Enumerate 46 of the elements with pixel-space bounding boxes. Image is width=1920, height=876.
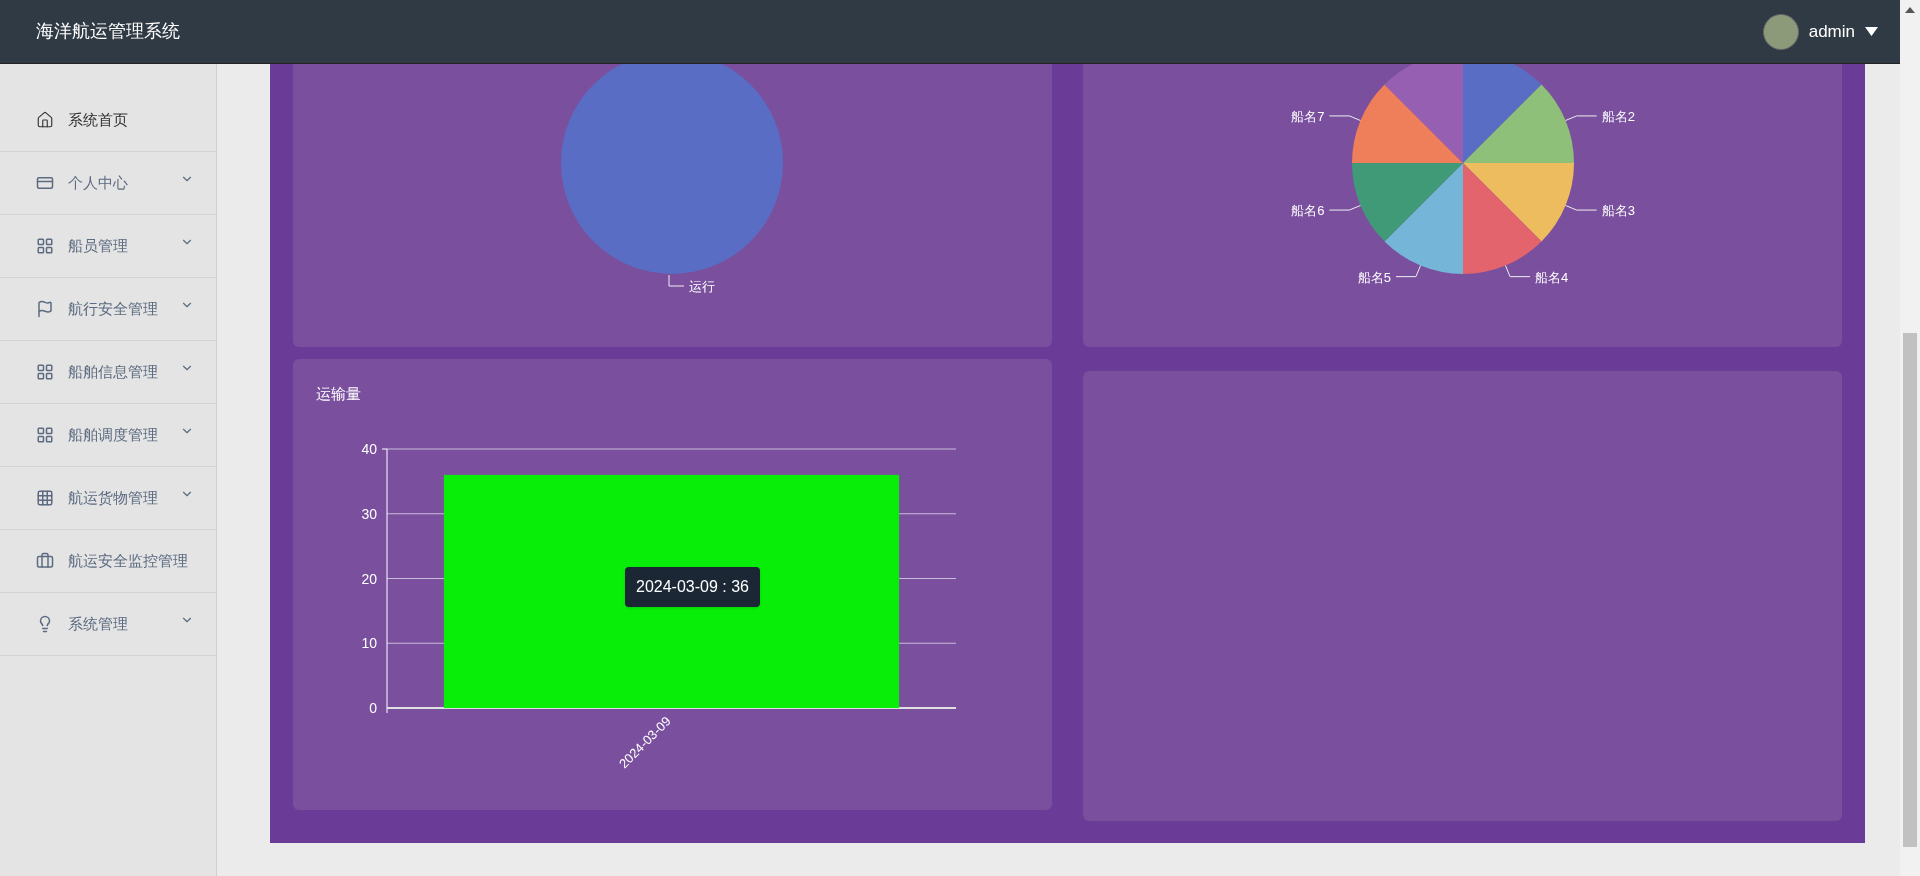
sidebar-item[interactable]: 系统管理 bbox=[0, 593, 216, 656]
chart-tooltip: 2024-03-09 : 36 bbox=[625, 567, 760, 607]
briefcase-icon bbox=[36, 552, 54, 570]
grid-icon bbox=[36, 489, 54, 507]
grid-icon bbox=[36, 426, 54, 444]
sidebar-item[interactable]: 航行安全管理 bbox=[0, 278, 216, 341]
leader-line bbox=[1505, 265, 1531, 278]
user-menu[interactable]: admin bbox=[1762, 13, 1878, 50]
caret-icon bbox=[1865, 27, 1878, 36]
pie-label: 船名6 bbox=[1291, 203, 1325, 219]
sidebar-item[interactable]: 航运货物管理 bbox=[0, 467, 216, 530]
leader-line bbox=[1328, 115, 1361, 121]
leader-line bbox=[1565, 205, 1598, 211]
pie-label: 船名3 bbox=[1601, 203, 1635, 219]
axis-tick-label: 30 bbox=[361, 505, 377, 522]
scroll-up-icon[interactable] bbox=[1905, 7, 1915, 13]
sidebar-item[interactable]: 航运安全监控管理 bbox=[0, 530, 216, 593]
pie-label: 船名7 bbox=[1291, 108, 1325, 124]
scrollbar-thumb[interactable] bbox=[1903, 333, 1917, 847]
bar[interactable] bbox=[443, 474, 900, 708]
leader-line bbox=[1565, 115, 1598, 121]
grid-icon bbox=[36, 237, 54, 255]
sidebar-item[interactable]: 船员管理 bbox=[0, 215, 216, 278]
card-icon bbox=[36, 174, 54, 192]
pie-label: 船名5 bbox=[1357, 269, 1391, 285]
pie-label: 船名4 bbox=[1535, 269, 1569, 285]
axis-tick-label: 10 bbox=[361, 635, 377, 652]
leader-line bbox=[1328, 205, 1361, 211]
sidebar-item[interactable]: 个人中心 bbox=[0, 152, 216, 215]
sidebar-item[interactable]: 船舶信息管理 bbox=[0, 341, 216, 404]
sidebar-item[interactable]: 船舶调度管理 bbox=[0, 404, 216, 467]
grid-icon bbox=[36, 363, 54, 381]
pie-label: 船名2 bbox=[1601, 108, 1635, 124]
axis-tick-label: 20 bbox=[361, 570, 377, 587]
chart-title: 运输量 bbox=[315, 384, 362, 399]
app-title: 海洋航运管理系统 bbox=[36, 20, 180, 43]
scrollbar[interactable] bbox=[1900, 0, 1920, 876]
axis-tick-label: 40 bbox=[361, 441, 377, 457]
sidebar-item[interactable]: 系统首页 bbox=[0, 89, 216, 152]
pie-label: 运行 bbox=[689, 279, 715, 294]
flag-icon bbox=[36, 300, 54, 318]
leader-line bbox=[668, 274, 685, 287]
avatar bbox=[1762, 13, 1799, 50]
home-icon bbox=[36, 111, 54, 129]
leader-line bbox=[1395, 265, 1421, 278]
axis-tick-label: 0 bbox=[369, 700, 377, 716]
